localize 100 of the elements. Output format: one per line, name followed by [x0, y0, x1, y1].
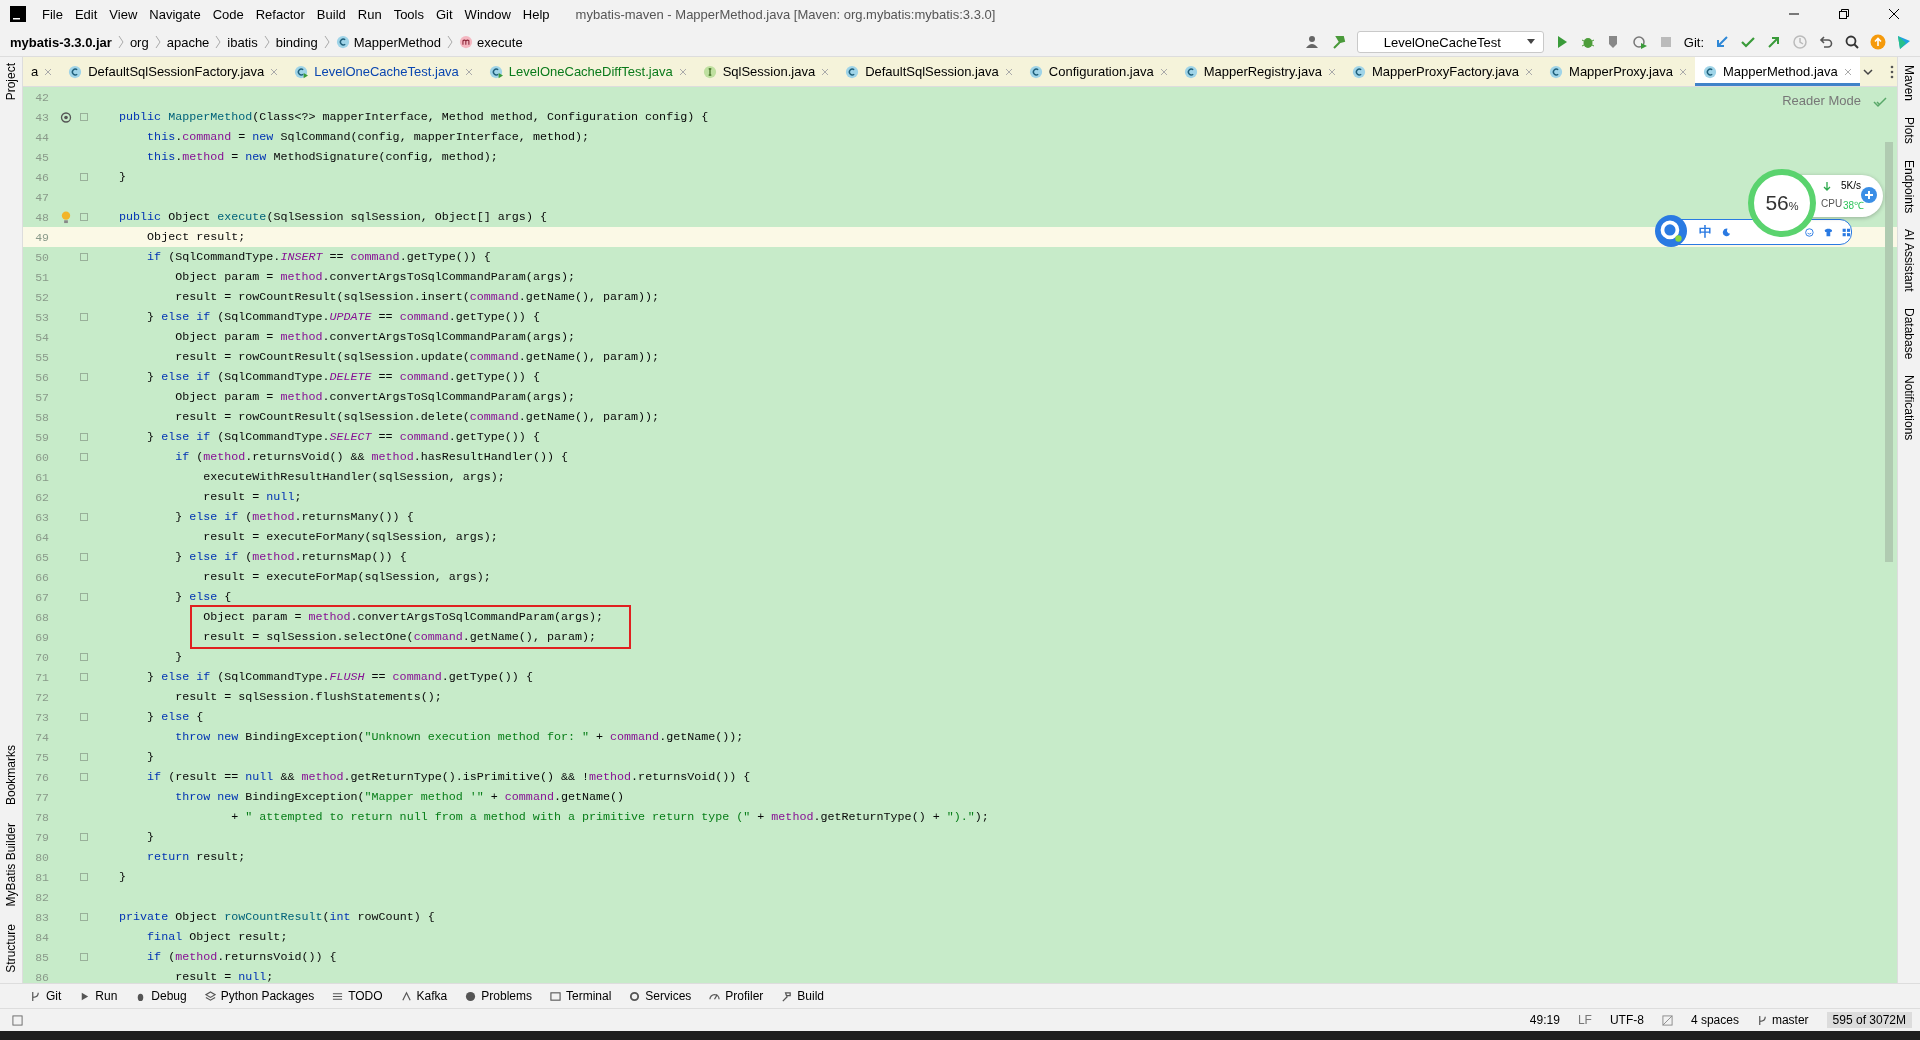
breadcrumb-item[interactable]: apache [166, 34, 210, 50]
editor-tab[interactable]: LevelOneCacheTest.java [286, 57, 481, 86]
tool-window-button[interactable]: TODO [332, 989, 383, 1003]
editor-tab[interactable]: MapperProxyFactory.java [1343, 57, 1542, 86]
tab-label: a [31, 64, 39, 79]
tool-window-button[interactable]: Project [4, 63, 18, 101]
line-number: 78 [34, 810, 49, 824]
tab-label: DefaultSqlSession.java [865, 64, 999, 79]
tab-label: Configuration.java [1048, 64, 1154, 79]
breadcrumb-item[interactable]: binding [275, 34, 318, 50]
tool-window-button[interactable]: Notifications [1902, 375, 1916, 441]
code-line: } [146, 750, 155, 764]
tool-window-button[interactable]: Git [30, 989, 62, 1003]
line-number: 64 [34, 530, 49, 544]
breadcrumb-item[interactable]: MapperMethod [353, 34, 442, 50]
run-config-dropdown[interactable]: LevelOneCacheTest [1356, 31, 1544, 53]
cpu-label: CPU [1821, 198, 1843, 209]
editor-tab[interactable]: DefaultSqlSessionFactory.java [60, 57, 287, 86]
menu-item[interactable]: Refactor [255, 6, 305, 22]
code-line: } [146, 830, 155, 844]
tool-window-button[interactable]: Problems [465, 989, 532, 1003]
breadcrumb-item[interactable]: mybatis-3.3.0.jar [10, 34, 112, 50]
tool-window-button[interactable]: Endpoints [1902, 159, 1916, 214]
line-number: 86 [34, 970, 49, 983]
reader-mode-label[interactable]: Reader Mode [1782, 93, 1861, 108]
ime-mode-label[interactable]: 中 [1699, 223, 1712, 241]
tool-window-button[interactable]: Build [781, 989, 825, 1003]
line-number: 85 [34, 950, 49, 964]
tool-window-button[interactable]: Terminal [549, 989, 612, 1003]
tool-window-button[interactable]: Run [79, 989, 118, 1003]
code-line: Object param = method.convertArgsToSqlCommandParam(args); [174, 390, 575, 404]
tool-window-button[interactable]: Profiler [709, 989, 764, 1003]
tab-label: MapperMethod.java [1722, 64, 1838, 79]
tool-window-button[interactable]: Structure [4, 924, 18, 973]
menu-item[interactable]: Tools [393, 6, 424, 22]
code-line: } else if (SqlCommandType.DELETE == command.getType()) { [146, 370, 540, 384]
line-number: 80 [34, 850, 49, 864]
breadcrumb-item[interactable]: ibatis [227, 34, 258, 50]
file-encoding[interactable]: UTF-8 [1609, 1013, 1644, 1027]
tool-window-button[interactable]: Python Packages [204, 989, 315, 1003]
line-number: 57 [34, 390, 49, 404]
line-number: 61 [34, 470, 49, 484]
tab-label: MapperProxy.java [1569, 64, 1673, 79]
line-number: 74 [34, 730, 49, 744]
tool-window-button[interactable]: Services [629, 989, 692, 1003]
menu-item[interactable]: Window [464, 6, 511, 22]
git-branch[interactable]: master [1756, 1013, 1809, 1027]
line-number: 77 [34, 790, 49, 804]
indent-setting[interactable]: 4 spaces [1690, 1013, 1739, 1027]
tool-window-button[interactable]: Plots [1902, 117, 1916, 144]
editor-tab[interactable]: DefaultSqlSession.java [837, 57, 1021, 86]
line-number: 66 [34, 570, 49, 584]
editor-tab[interactable]: a [23, 57, 61, 86]
line-number: 45 [34, 150, 49, 164]
line-number: 53 [34, 310, 49, 324]
menu-item[interactable]: Build [316, 6, 346, 22]
tool-window-button[interactable]: Kafka [400, 989, 448, 1003]
line-number: 58 [34, 410, 49, 424]
code-line: Object param = method.convertArgsToSqlCommandParam(args); [174, 330, 575, 344]
editor-tab[interactable]: Configuration.java [1020, 57, 1176, 86]
menu-item[interactable]: Git [436, 6, 453, 22]
tool-window-button[interactable]: MyBatis Builder [4, 822, 18, 907]
tool-window-button[interactable]: Maven [1902, 65, 1916, 102]
menu-item[interactable]: Help [522, 6, 550, 22]
menu-item[interactable]: File [42, 6, 63, 22]
tab-label: LevelOneCacheTest.java [314, 64, 459, 79]
caret-position[interactable]: 49:19 [1529, 1013, 1560, 1027]
code-line: Object result; [146, 230, 246, 244]
line-number: 73 [34, 710, 49, 724]
breadcrumb-item[interactable]: org [129, 34, 149, 50]
code-line: } [174, 650, 183, 664]
editor-tab[interactable]: LevelOneCacheDiffTest.java [480, 57, 695, 86]
network-speed: 5K/s [1841, 180, 1861, 191]
line-separator[interactable]: LF [1577, 1013, 1592, 1027]
line-number: 84 [34, 930, 49, 944]
tool-window-button[interactable]: Database [1902, 307, 1916, 360]
menu-item[interactable]: Navigate [149, 6, 201, 22]
code-line: } else if (SqlCommandType.FLUSH == command.getType()) { [146, 670, 533, 684]
line-number: 79 [34, 830, 49, 844]
breadcrumb-item[interactable]: execute [477, 34, 523, 50]
line-number: 63 [34, 510, 49, 524]
menu-item[interactable]: View [109, 6, 138, 22]
code-line: throw new BindingException("Unknown execution method for: " + command.getName()); [174, 730, 744, 744]
editor-tab[interactable]: MapperRegistry.java [1175, 57, 1344, 86]
editor-tab[interactable]: MapperMethod.java [1694, 57, 1860, 86]
editor-tab[interactable]: SqlSession.java [694, 57, 838, 86]
menu-item[interactable]: Run [357, 6, 382, 22]
line-number: 81 [34, 870, 49, 884]
line-number: 43 [34, 110, 49, 124]
memory-percent: 56% [1765, 191, 1799, 215]
menu-item[interactable]: Code [212, 6, 244, 22]
line-number: 83 [34, 910, 49, 924]
memory-indicator[interactable]: 595 of 3072M [1826, 1012, 1912, 1028]
tool-window-button[interactable]: Debug [135, 989, 187, 1003]
tool-window-button[interactable]: AI Assistant [1902, 229, 1916, 292]
code-line: } else if (SqlCommandType.UPDATE == command.getType()) { [146, 310, 540, 324]
tool-window-button[interactable]: Bookmarks [4, 744, 18, 805]
editor-tab[interactable]: MapperProxy.java [1541, 57, 1695, 86]
menu-item[interactable]: Edit [74, 6, 98, 22]
code-line: final Object result; [146, 930, 288, 944]
